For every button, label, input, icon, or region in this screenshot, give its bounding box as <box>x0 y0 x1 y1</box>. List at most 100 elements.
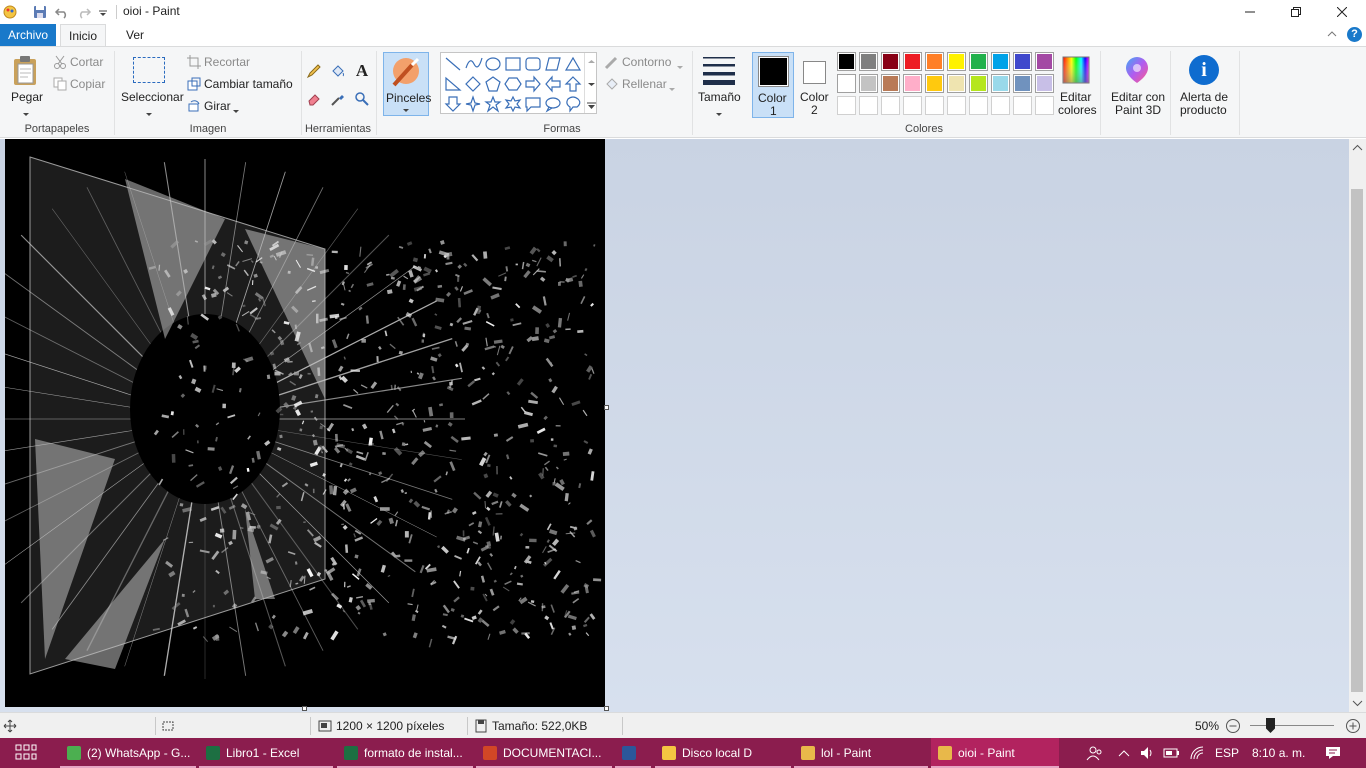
zoom-out-icon[interactable] <box>1225 718 1241 734</box>
palette-color-swatch[interactable] <box>1035 74 1054 93</box>
paste-icon[interactable] <box>10 55 42 90</box>
help-icon[interactable]: ? <box>1347 27 1362 42</box>
taskbar-item[interactable]: lol - Paint <box>794 738 928 768</box>
resize-handle-bottom[interactable] <box>302 706 307 711</box>
palette-custom-slot[interactable] <box>1035 96 1054 115</box>
zoom-slider-track[interactable] <box>1250 725 1334 726</box>
color2-button[interactable]: Color 2 <box>798 52 830 118</box>
palette-custom-slot[interactable] <box>925 96 944 115</box>
notifications-icon[interactable] <box>1324 744 1342 762</box>
palette-color-swatch[interactable] <box>881 74 900 93</box>
paint3d-icon[interactable] <box>1122 55 1152 88</box>
palette-color-swatch[interactable] <box>837 52 856 71</box>
save-icon[interactable] <box>32 4 48 20</box>
undo-icon[interactable] <box>54 4 70 20</box>
taskbar-item[interactable]: formato de instal... <box>337 738 473 768</box>
palette-color-swatch[interactable] <box>947 52 966 71</box>
palette-color-swatch[interactable] <box>991 74 1010 93</box>
people-icon[interactable] <box>1086 744 1104 762</box>
battery-icon[interactable] <box>1163 745 1181 761</box>
fill-dropdown-icon[interactable] <box>668 82 676 96</box>
paste-button[interactable]: Pegar <box>11 90 43 104</box>
color-picker-icon[interactable] <box>329 90 347 108</box>
resize-handle-corner[interactable] <box>604 706 609 711</box>
palette-color-swatch[interactable] <box>903 52 922 71</box>
palette-custom-slot[interactable] <box>859 96 878 115</box>
pencil-icon[interactable] <box>305 62 323 80</box>
eraser-icon[interactable] <box>305 90 323 108</box>
size-button[interactable]: Tamaño <box>698 90 741 104</box>
color1-button[interactable]: Color 1 <box>752 52 794 118</box>
crop-button[interactable]: Recortar <box>204 55 250 69</box>
scroll-up-icon[interactable] <box>1349 141 1366 155</box>
palette-color-swatch[interactable] <box>969 74 988 93</box>
restore-button[interactable] <box>1273 0 1319 24</box>
resize-handle-right[interactable] <box>604 405 609 410</box>
select-icon[interactable] <box>133 57 165 83</box>
minimize-button[interactable] <box>1227 0 1273 24</box>
tab-ver[interactable]: Ver <box>118 24 152 46</box>
palette-color-swatch[interactable] <box>1013 74 1032 93</box>
paint3d-label1[interactable]: Editar con <box>1111 90 1165 104</box>
palette-color-swatch[interactable] <box>859 74 878 93</box>
palette-color-swatch[interactable] <box>947 74 966 93</box>
outline-button[interactable]: Contorno <box>622 55 671 69</box>
paint3d-label2[interactable]: Paint 3D <box>1115 103 1161 117</box>
palette-custom-slot[interactable] <box>903 96 922 115</box>
rotate-dropdown-icon[interactable] <box>232 104 240 118</box>
palette-color-swatch[interactable] <box>881 52 900 71</box>
cut-button[interactable]: Cortar <box>70 55 103 69</box>
zoom-slider-thumb[interactable] <box>1266 718 1275 733</box>
product-alert-label1[interactable]: Alerta de <box>1180 90 1228 104</box>
copy-button[interactable]: Copiar <box>70 77 105 91</box>
taskbar-item[interactable] <box>615 738 651 768</box>
palette-custom-slot[interactable] <box>881 96 900 115</box>
tab-inicio[interactable]: Inicio <box>60 24 106 46</box>
palette-color-swatch[interactable] <box>903 74 922 93</box>
palette-color-swatch[interactable] <box>969 52 988 71</box>
palette-custom-slot[interactable] <box>837 96 856 115</box>
size-dropdown-icon[interactable] <box>715 107 723 121</box>
palette-custom-slot[interactable] <box>991 96 1010 115</box>
zoom-in-icon[interactable] <box>1345 718 1361 734</box>
brushes-button[interactable]: Pinceles <box>383 52 431 116</box>
palette-custom-slot[interactable] <box>969 96 988 115</box>
text-tool-icon[interactable]: A <box>353 61 371 80</box>
customize-quick-access-icon[interactable] <box>97 4 113 20</box>
task-view-icon[interactable] <box>15 742 37 764</box>
wifi-icon[interactable] <box>1189 745 1205 761</box>
edit-colors-icon[interactable] <box>1061 55 1091 88</box>
shapes-scroll[interactable] <box>584 53 597 113</box>
paint-app-icon[interactable] <box>2 4 18 20</box>
tab-archivo[interactable]: Archivo <box>0 24 56 46</box>
taskbar-item[interactable]: Disco local D <box>655 738 791 768</box>
palette-color-swatch[interactable] <box>991 52 1010 71</box>
drawing-canvas[interactable] <box>5 139 605 707</box>
magnifier-icon[interactable] <box>353 90 371 108</box>
edit-colors-label1[interactable]: Editar <box>1060 90 1091 104</box>
select-dropdown-icon[interactable] <box>145 107 153 121</box>
palette-custom-slot[interactable] <box>947 96 966 115</box>
vertical-scrollbar[interactable] <box>1349 139 1366 712</box>
volume-icon[interactable] <box>1139 745 1155 761</box>
fill-bucket-icon[interactable] <box>329 62 347 80</box>
scrollbar-thumb[interactable] <box>1351 189 1363 692</box>
canvas-workspace[interactable] <box>0 139 1349 712</box>
outline-dropdown-icon[interactable] <box>676 60 684 74</box>
redo-icon[interactable] <box>76 4 92 20</box>
palette-color-swatch[interactable] <box>1013 52 1032 71</box>
palette-color-swatch[interactable] <box>925 74 944 93</box>
product-alert-label2[interactable]: producto <box>1180 103 1227 117</box>
fill-button[interactable]: Rellenar <box>622 77 667 91</box>
resize-button[interactable]: Cambiar tamaño <box>204 77 293 91</box>
palette-color-swatch[interactable] <box>837 74 856 93</box>
palette-custom-slot[interactable] <box>1013 96 1032 115</box>
taskbar-item[interactable]: Libro1 - Excel <box>199 738 333 768</box>
palette-color-swatch[interactable] <box>859 52 878 71</box>
rotate-button[interactable]: Girar <box>204 99 231 113</box>
palette-color-swatch[interactable] <box>1035 52 1054 71</box>
taskbar-item[interactable]: oioi - Paint <box>931 738 1059 768</box>
scroll-down-icon[interactable] <box>1349 696 1366 710</box>
select-button[interactable]: Seleccionar <box>121 90 184 104</box>
language-indicator[interactable]: ESP <box>1215 738 1239 768</box>
